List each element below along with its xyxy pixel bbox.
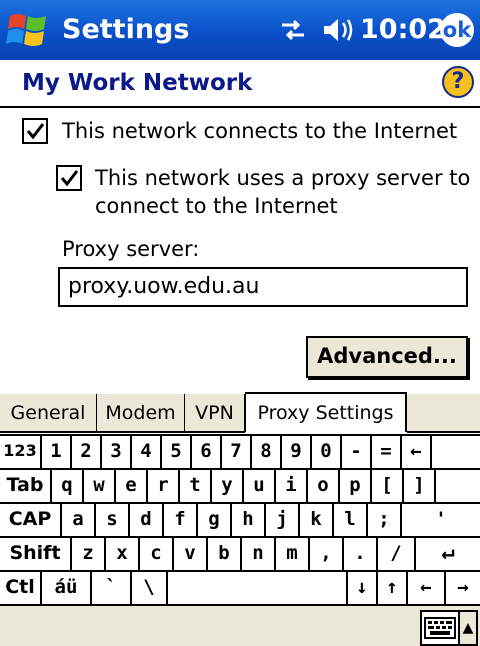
key[interactable]: r: [146, 470, 178, 502]
key-shift[interactable]: Shift: [0, 538, 70, 570]
key[interactable]: `: [90, 572, 130, 604]
connectivity-icon[interactable]: [278, 17, 308, 43]
key[interactable]: 1: [40, 436, 70, 468]
key[interactable]: [434, 470, 480, 502]
proxy-server-label: Proxy server:: [62, 237, 200, 261]
windows-start-icon[interactable]: [6, 10, 50, 50]
input-method-arrow-button[interactable]: ▲: [460, 610, 478, 646]
key[interactable]: [: [370, 470, 402, 502]
key[interactable]: b: [206, 538, 240, 570]
tab-general[interactable]: General: [0, 394, 97, 432]
key[interactable]: 8: [250, 436, 280, 468]
key[interactable]: f: [162, 504, 196, 536]
key-caps[interactable]: CAP: [0, 504, 60, 536]
key[interactable]: 2: [70, 436, 100, 468]
key[interactable]: e: [114, 470, 146, 502]
tab-proxy-settings[interactable]: Proxy Settings: [245, 392, 407, 432]
key[interactable]: ,: [308, 538, 342, 570]
key[interactable]: ': [400, 504, 480, 536]
keyboard-row-3: CAP a s d f g h j k l ; ': [0, 502, 480, 536]
key[interactable]: 6: [190, 436, 220, 468]
key[interactable]: u: [242, 470, 274, 502]
keyboard-row-1: 123 1 2 3 4 5 6 7 8 9 0 - = ←: [0, 434, 480, 468]
key-ctl[interactable]: Ctl: [0, 572, 40, 604]
proxy-checkbox-label-line1[interactable]: This network uses a proxy server to: [95, 164, 470, 193]
key[interactable]: m: [274, 538, 308, 570]
advanced-button[interactable]: Advanced...: [306, 336, 468, 378]
key[interactable]: a: [60, 504, 94, 536]
key[interactable]: i: [274, 470, 306, 502]
key[interactable]: h: [230, 504, 264, 536]
internet-checkbox[interactable]: [22, 118, 48, 144]
key-123[interactable]: 123: [0, 436, 40, 468]
keyboard-row-5: Ctl áü ` \ ↓ ↑ ← →: [0, 570, 480, 606]
clock[interactable]: 10:02: [360, 14, 446, 45]
tab-divider: [0, 431, 480, 433]
key[interactable]: =: [370, 436, 400, 468]
header-divider: [0, 106, 480, 108]
key[interactable]: 7: [220, 436, 250, 468]
key[interactable]: ]: [402, 470, 434, 502]
key[interactable]: d: [128, 504, 162, 536]
keyboard-row-2: Tab q w e r t y u i o p [ ]: [0, 468, 480, 502]
checkmark-icon: [60, 170, 79, 187]
key[interactable]: 9: [280, 436, 310, 468]
checkmark-icon: [26, 123, 45, 140]
proxy-checkbox[interactable]: [56, 165, 82, 191]
key[interactable]: q: [50, 470, 82, 502]
key[interactable]: 0: [310, 436, 340, 468]
proxy-checkbox-label-line2[interactable]: connect to the Internet: [95, 192, 338, 221]
key[interactable]: x: [104, 538, 138, 570]
right-arrow-key[interactable]: →: [444, 572, 480, 604]
keyboard-row-4: Shift z x c v b n m , . / ↵: [0, 536, 480, 570]
up-arrow-key[interactable]: ↑: [376, 572, 406, 604]
tab-modem[interactable]: Modem: [97, 394, 185, 432]
ok-button[interactable]: ok: [440, 13, 474, 47]
key[interactable]: s: [94, 504, 128, 536]
key[interactable]: c: [138, 538, 172, 570]
key[interactable]: ;: [366, 504, 400, 536]
proxy-server-input[interactable]: proxy.uow.edu.au: [58, 267, 468, 307]
key[interactable]: /: [376, 538, 414, 570]
key[interactable]: z: [70, 538, 104, 570]
backspace-key[interactable]: [430, 436, 480, 468]
key[interactable]: ←: [400, 436, 430, 468]
keyboard-icon: [424, 617, 456, 639]
key[interactable]: v: [172, 538, 206, 570]
bottom-bar: ▲: [0, 604, 480, 646]
key[interactable]: p: [338, 470, 370, 502]
internet-checkbox-label[interactable]: This network connects to the Internet: [62, 117, 457, 146]
enter-key[interactable]: ↵: [414, 538, 480, 570]
key[interactable]: .: [342, 538, 376, 570]
key[interactable]: g: [196, 504, 230, 536]
key[interactable]: o: [306, 470, 338, 502]
key[interactable]: w: [82, 470, 114, 502]
key[interactable]: k: [298, 504, 332, 536]
key[interactable]: n: [240, 538, 274, 570]
key[interactable]: 4: [130, 436, 160, 468]
key[interactable]: t: [178, 470, 210, 502]
down-arrow-key[interactable]: ↓: [346, 572, 376, 604]
key[interactable]: y: [210, 470, 242, 502]
title-bar: Settings 10:02 ok: [0, 0, 480, 60]
key[interactable]: l: [332, 504, 366, 536]
key[interactable]: \: [130, 572, 166, 604]
soft-keyboard: 123 1 2 3 4 5 6 7 8 9 0 - = ← Tab q w e …: [0, 434, 480, 606]
key[interactable]: 3: [100, 436, 130, 468]
volume-icon[interactable]: [320, 15, 356, 45]
tab-vpn[interactable]: VPN: [185, 394, 245, 432]
key[interactable]: -: [340, 436, 370, 468]
app-title: Settings: [62, 14, 190, 45]
input-panel-button[interactable]: [420, 610, 460, 646]
key-intl[interactable]: áü: [40, 572, 90, 604]
key-tab[interactable]: Tab: [0, 470, 50, 502]
page-title: My Work Network: [22, 70, 253, 96]
key[interactable]: 5: [160, 436, 190, 468]
key[interactable]: j: [264, 504, 298, 536]
help-icon[interactable]: ?: [442, 66, 474, 98]
left-arrow-key[interactable]: ←: [406, 572, 444, 604]
space-key[interactable]: [166, 572, 346, 604]
